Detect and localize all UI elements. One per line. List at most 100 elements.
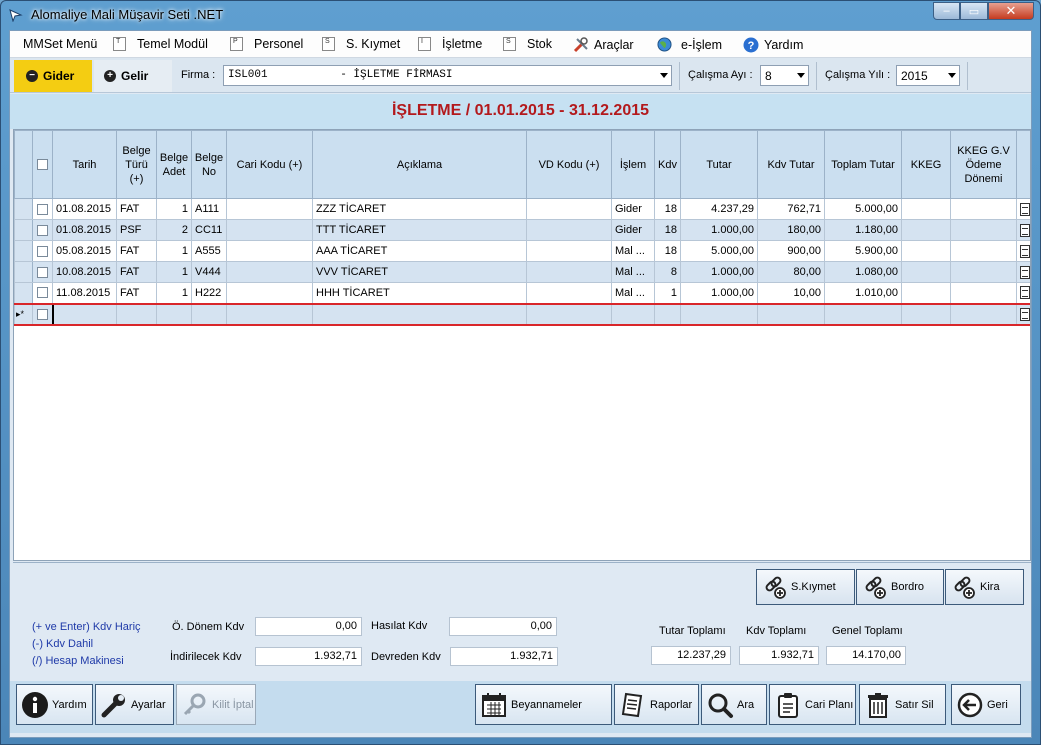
- tab-gider[interactable]: − Gider: [14, 60, 92, 92]
- cell-vd-kodu[interactable]: [526, 240, 612, 262]
- new-row-cell[interactable]: [312, 302, 527, 326]
- cell-kkeg-odeme[interactable]: [950, 198, 1017, 220]
- menu-isletme[interactable]: I İşletme: [418, 37, 482, 51]
- col-header-kkeg[interactable]: KKEG: [901, 130, 951, 199]
- cell-belge-adet[interactable]: 1: [156, 261, 192, 283]
- cell-kdv[interactable]: 18: [654, 240, 681, 262]
- menu-s-kiymet[interactable]: S S. Kıymet: [322, 37, 400, 51]
- new-row-cell[interactable]: [156, 302, 192, 326]
- new-row-cell[interactable]: [950, 302, 1017, 326]
- cell-islem[interactable]: Gider: [611, 219, 655, 241]
- cell-kdv-tutar[interactable]: 10,00: [757, 282, 825, 304]
- s-kiymet-button[interactable]: S.Kıymet: [756, 569, 855, 605]
- col-header-islem[interactable]: İşlem: [611, 130, 655, 199]
- cell-aciklama[interactable]: VVV TİCARET: [312, 261, 527, 283]
- table-row[interactable]: 01.08.2015 FAT 1 A111 ZZZ TİCARET Gider 18 4.23…: [14, 198, 1030, 220]
- firma-select[interactable]: ISL001 - İŞLETME FİRMASI: [223, 65, 672, 86]
- cell-belge-no[interactable]: V444: [191, 261, 227, 283]
- new-row-cell[interactable]: [680, 302, 758, 326]
- maximize-button[interactable]: ▭: [960, 2, 988, 20]
- cell-tutar[interactable]: 5.000,00: [680, 240, 758, 262]
- cell-tarih[interactable]: 01.08.2015: [52, 198, 117, 220]
- row-header[interactable]: [14, 198, 33, 220]
- col-header-kkeg-odeme[interactable]: KKEG G.V Ödeme Dönemi: [950, 130, 1017, 199]
- hasilat-kdv-field[interactable]: 0,00: [449, 617, 557, 636]
- cell-tutar[interactable]: 4.237,29: [680, 198, 758, 220]
- minimize-button[interactable]: –: [933, 2, 960, 20]
- col-header-belge-no[interactable]: Belge No: [191, 130, 227, 199]
- cell-belge-no[interactable]: H222: [191, 282, 227, 304]
- table-row[interactable]: 11.08.2015 FAT 1 H222 HHH TİCARET Mal ... 1 1.0…: [14, 282, 1030, 304]
- cell-toplam-tutar[interactable]: 5.000,00: [824, 198, 902, 220]
- new-row-cell[interactable]: [757, 302, 825, 326]
- new-row-cell[interactable]: [526, 302, 612, 326]
- cell-vd-kodu[interactable]: [526, 219, 612, 241]
- col-header-belge-turu[interactable]: Belge Türü (+): [116, 130, 157, 199]
- tab-gelir[interactable]: + Gelir: [94, 60, 172, 92]
- cell-islem[interactable]: Gider: [611, 198, 655, 220]
- cell-tarih[interactable]: 05.08.2015: [52, 240, 117, 262]
- row-header[interactable]: [14, 240, 33, 262]
- cell-aciklama[interactable]: HHH TİCARET: [312, 282, 527, 304]
- col-header-vd-kodu[interactable]: VD Kodu (+): [526, 130, 612, 199]
- menu-yardim[interactable]: ? Yardım: [743, 37, 803, 53]
- kira-button[interactable]: Kira: [945, 569, 1024, 605]
- close-button[interactable]: ✕: [988, 2, 1034, 20]
- cell-aciklama[interactable]: TTT TİCARET: [312, 219, 527, 241]
- row-checkbox[interactable]: [36, 308, 48, 320]
- cell-kkeg[interactable]: [901, 219, 951, 241]
- cell-cari-kodu[interactable]: [226, 282, 313, 304]
- new-row-cell[interactable]: [901, 302, 951, 326]
- cell-aciklama[interactable]: AAA TİCARET: [312, 240, 527, 262]
- cell-kdv[interactable]: 18: [654, 219, 681, 241]
- document-icon[interactable]: [1020, 286, 1030, 300]
- ayarlar-button[interactable]: Ayarlar: [95, 684, 174, 725]
- cell-belge-turu[interactable]: PSF: [116, 219, 157, 241]
- cell-kkeg[interactable]: [901, 240, 951, 262]
- cell-cari-kodu[interactable]: [226, 219, 313, 241]
- row-checkbox[interactable]: [37, 245, 48, 257]
- cell-toplam-tutar[interactable]: 1.180,00: [824, 219, 902, 241]
- cell-belge-adet[interactable]: 1: [156, 240, 192, 262]
- select-all-checkbox[interactable]: [37, 159, 48, 171]
- cell-kdv-tutar[interactable]: 180,00: [757, 219, 825, 241]
- col-header-tutar[interactable]: Tutar: [680, 130, 758, 199]
- cell-cari-kodu[interactable]: [226, 198, 313, 220]
- cell-belge-turu[interactable]: FAT: [116, 282, 157, 304]
- cell-kdv-tutar[interactable]: 762,71: [757, 198, 825, 220]
- satir-sil-button[interactable]: Satır Sil: [859, 684, 946, 725]
- row-checkbox[interactable]: [37, 287, 48, 299]
- menu-araclar[interactable]: Araçlar: [573, 37, 634, 53]
- document-icon[interactable]: [1020, 223, 1030, 237]
- data-grid[interactable]: Tarih Belge Türü (+) Belge Adet Belge No…: [13, 129, 1031, 561]
- cell-belge-adet[interactable]: 2: [156, 219, 192, 241]
- cell-tutar[interactable]: 1.000,00: [680, 219, 758, 241]
- cell-tarih[interactable]: 11.08.2015: [52, 282, 117, 304]
- cell-islem[interactable]: Mal ...: [611, 240, 655, 262]
- cell-kkeg-odeme[interactable]: [950, 282, 1017, 304]
- cell-toplam-tutar[interactable]: 5.900,00: [824, 240, 902, 262]
- cell-toplam-tutar[interactable]: 1.080,00: [824, 261, 902, 283]
- geri-button[interactable]: Geri: [951, 684, 1021, 725]
- yardim-button[interactable]: Yardım: [16, 684, 93, 725]
- cell-kkeg[interactable]: [901, 198, 951, 220]
- row-checkbox[interactable]: [37, 203, 48, 215]
- row-header[interactable]: [14, 261, 33, 283]
- row-checkbox[interactable]: [37, 224, 48, 236]
- cell-vd-kodu[interactable]: [526, 198, 612, 220]
- select-all-header[interactable]: [32, 130, 53, 199]
- kilit-iptal-button[interactable]: Kilit İptal: [176, 684, 256, 725]
- cell-kdv-tutar[interactable]: 80,00: [757, 261, 825, 283]
- new-row-tarih-input[interactable]: [51, 302, 117, 326]
- cari-plani-button[interactable]: Cari Planı: [769, 684, 856, 725]
- cell-belge-adet[interactable]: 1: [156, 198, 192, 220]
- cell-kkeg-odeme[interactable]: [950, 240, 1017, 262]
- cell-belge-adet[interactable]: 1: [156, 282, 192, 304]
- calisma-ayi-select[interactable]: 8: [760, 65, 809, 86]
- new-row-cell[interactable]: [611, 302, 655, 326]
- cell-kkeg[interactable]: [901, 261, 951, 283]
- cell-kdv[interactable]: 8: [654, 261, 681, 283]
- row-header[interactable]: [14, 282, 33, 304]
- row-header[interactable]: [14, 219, 33, 241]
- cell-kkeg-odeme[interactable]: [950, 261, 1017, 283]
